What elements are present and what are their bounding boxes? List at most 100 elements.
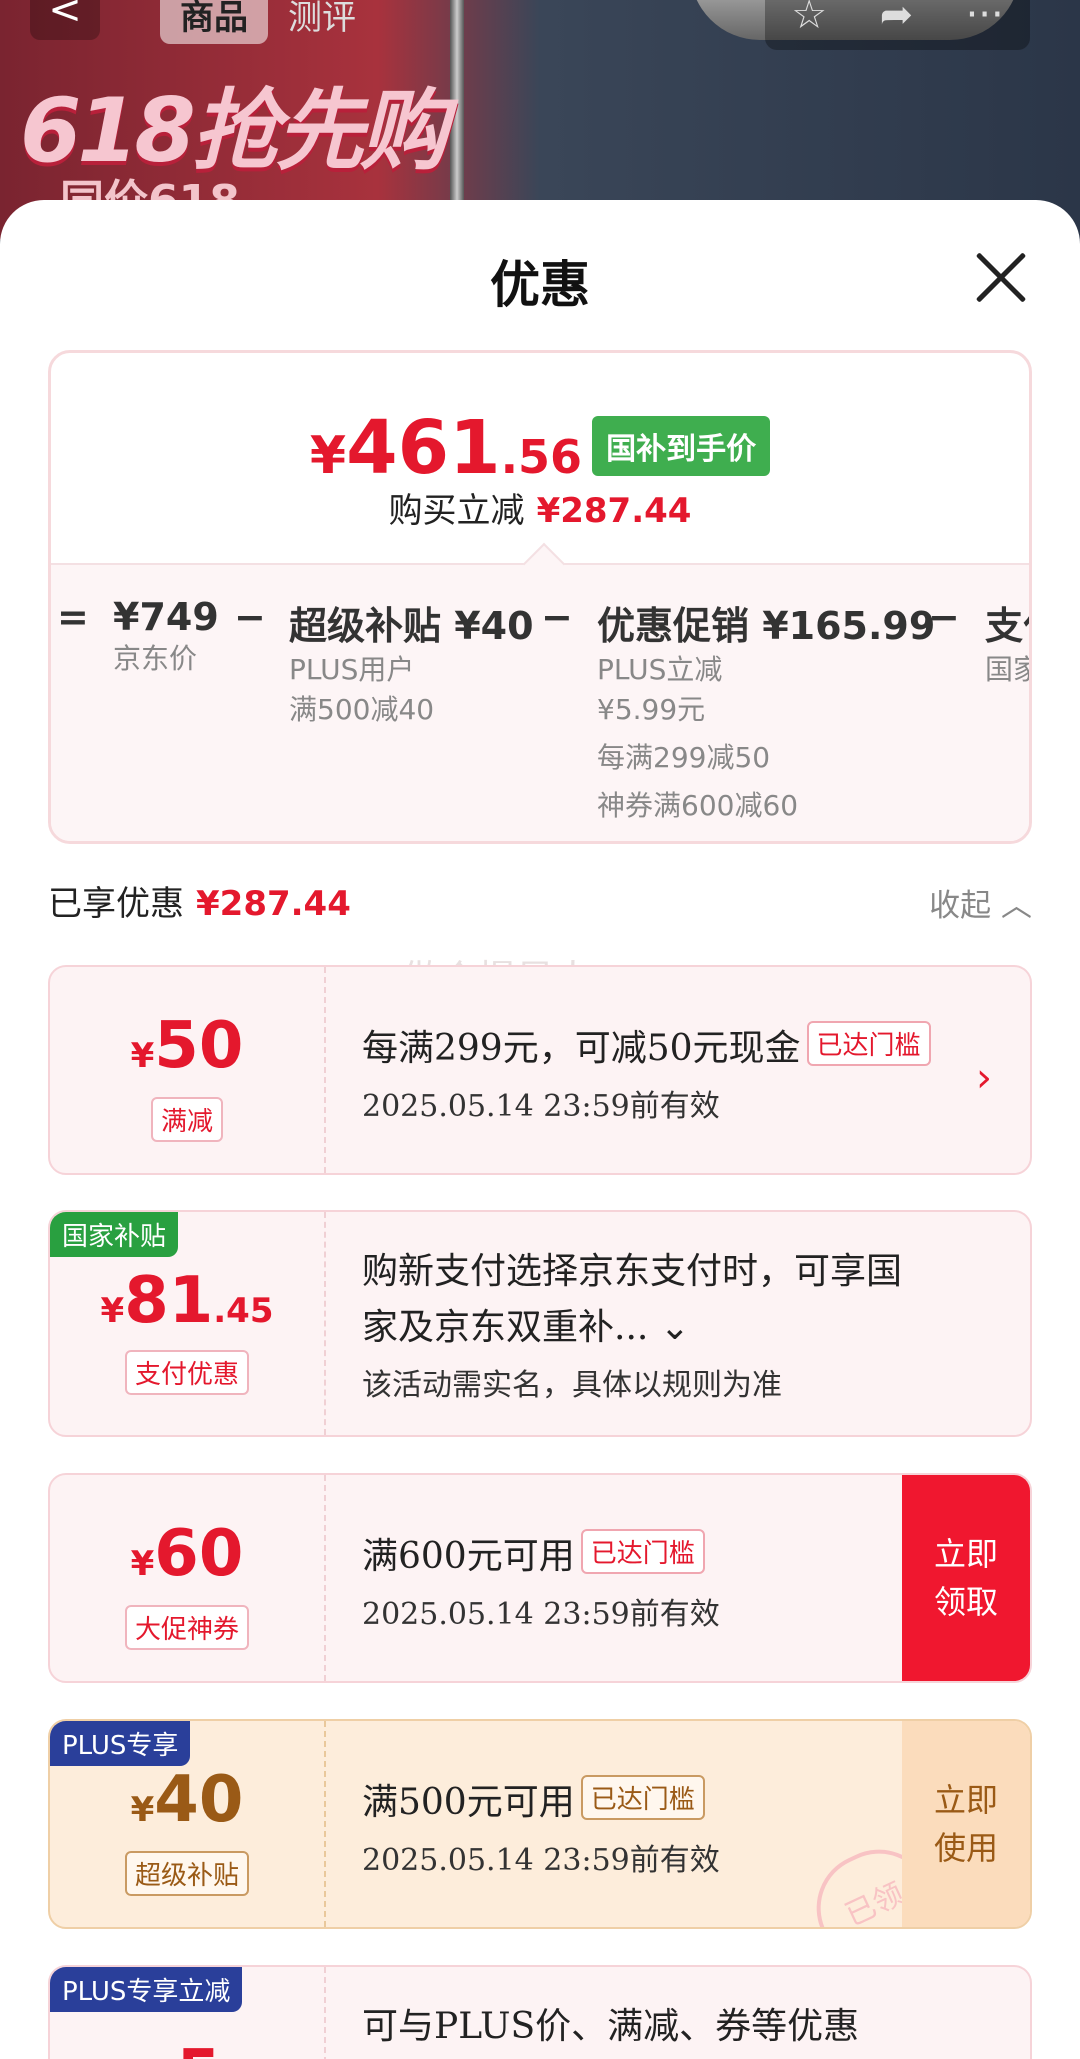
coupon-type: 大促神券 xyxy=(50,1605,324,1650)
coupon-currency: ¥ xyxy=(130,1544,155,1584)
coupon-card[interactable]: ¥60 大促神券 满600元可用 已达门槛 2025.05.14 23:59前有效… xyxy=(48,1473,1032,1683)
breakdown-item-payment: 支付 国家 xyxy=(985,595,1029,690)
coupon-amount: ¥81.45 xyxy=(50,1264,324,1338)
breakdown-value: 优惠促销 ¥165.99 xyxy=(597,604,936,648)
breakdown-item-jd-price: ¥749 京东价 xyxy=(113,595,219,679)
minus-sign: − xyxy=(928,595,960,639)
more-icon[interactable]: ··· xyxy=(966,0,1004,38)
use-now-button[interactable]: 立即 使用 xyxy=(902,1721,1030,1927)
final-price: ¥461.56 国补到手价 xyxy=(51,405,1029,491)
coupon-note: 该活动需实名，具体以规则为准 xyxy=(362,1368,782,1403)
minus-sign: − xyxy=(234,595,266,639)
coupon-title: 每满299元，可减50元现金 已达门槛 xyxy=(362,1019,970,1071)
collapse-button[interactable]: 收起 ︿ xyxy=(929,880,1032,925)
coupon-type-label: 超级补贴 xyxy=(124,1851,249,1896)
price-summary-card: ¥461.56 国补到手价 购买立减 ¥287.44 = ¥749 京东价 − 超级… xyxy=(48,350,1032,844)
coupon-title-text: 可与PLUS价、满减、券等优惠 xyxy=(362,2006,860,2047)
final-price-section: ¥461.56 国补到手价 购买立减 ¥287.44 xyxy=(51,353,1029,563)
breakdown-note: PLUS立减 xyxy=(597,653,723,686)
breakdown-note: 国家 xyxy=(985,653,1029,686)
sheet-title: 优惠 xyxy=(490,255,590,314)
breakdown-note: PLUS用户 xyxy=(289,653,415,686)
claim-now-label: 立即 领取 xyxy=(933,1535,998,1621)
coupon-type: 超级补贴 xyxy=(50,1851,324,1896)
coupon-title-expand[interactable]: 家及京东双重补... ⌄ xyxy=(362,1298,1000,1350)
coupon-title-text: 满600元可用 xyxy=(362,1536,575,1577)
coupon-title-text: 满500元可用 xyxy=(362,1782,575,1823)
coupon-type-label: 大促神券 xyxy=(124,1605,249,1650)
coupon-title-text: 购新支付选择京东支付时，可享国 xyxy=(362,1251,903,1292)
breakdown-item-promotion: 优惠促销 ¥165.99 PLUS立减 ¥5.99元 每满299减50 神券满6… xyxy=(597,595,935,826)
coupon-amount: ¥50 xyxy=(50,1009,324,1083)
coupon-expiry: 2025.05.14 23:59前有效 xyxy=(362,1597,720,1632)
claim-now-button[interactable]: 立即 领取 xyxy=(902,1475,1030,1681)
breakdown-note: ¥5.99元 xyxy=(597,693,706,726)
enjoyed-discount-label: 已享优惠 xyxy=(48,884,184,924)
instant-discount-amount: ¥287.44 xyxy=(536,491,692,531)
coupon-type: 满减 xyxy=(50,1097,324,1142)
coupon-amount: ¥60 xyxy=(50,1517,324,1591)
coupon-card[interactable]: PLUS专享立减 ¥5 可与PLUS价、满减、券等优惠 xyxy=(48,1965,1032,2059)
breakdown-note: 神券满600减60 xyxy=(597,789,799,822)
coupon-type: 支付优惠 xyxy=(50,1350,324,1395)
coupon-details: 满600元可用 已达门槛 2025.05.14 23:59前有效 xyxy=(362,1527,890,1633)
coupon-title: 满500元可用 已达门槛 xyxy=(362,1773,890,1825)
coupon-amount-integer: 5 xyxy=(177,2037,222,2059)
product-tabs: 商品 测评 xyxy=(160,0,376,44)
coupon-value: ¥81.45 支付优惠 xyxy=(50,1212,326,1435)
coupon-amount-integer: 60 xyxy=(154,1517,244,1591)
coupon-amount: ¥40 xyxy=(50,1763,324,1837)
back-icon[interactable]: < xyxy=(30,0,100,40)
enjoyed-discount-row: 已享优惠 ¥287.44 收起 ︿ xyxy=(48,876,1032,926)
use-now-label: 立即 使用 xyxy=(933,1781,998,1867)
enjoyed-discount-amount: ¥287.44 xyxy=(196,884,351,924)
chevron-right-icon[interactable]: › xyxy=(976,1055,992,1101)
coupon-currency: ¥ xyxy=(130,1036,155,1076)
tab-product[interactable]: 商品 xyxy=(160,0,268,44)
coupon-type-label: 满减 xyxy=(150,1097,223,1142)
coupon-details: 可与PLUS价、满减、券等优惠 xyxy=(362,1997,1000,2049)
coupon-value: ¥50 满减 xyxy=(50,967,326,1173)
subsidy-price-badge: 国补到手价 xyxy=(592,416,771,476)
coupon-value: ¥60 大促神券 xyxy=(50,1475,326,1681)
top-actions: ☆ ➦ ··· xyxy=(765,0,1030,50)
breakdown-value: ¥749 xyxy=(113,595,219,639)
discount-sheet: 优惠 ¥461.56 国补到手价 购买立减 ¥287.44 = ¥749 京东价 −… xyxy=(0,200,1080,2059)
coupon-card[interactable]: PLUS专享 ¥40 超级补贴 满500元可用 已达门槛 2025.05.14 2… xyxy=(48,1719,1032,1929)
breakdown-item-super-subsidy: 超级补贴 ¥40 PLUS用户 满500减40 xyxy=(289,595,534,730)
equals-sign: = xyxy=(57,595,89,639)
price-decimal: .56 xyxy=(500,430,583,484)
instant-discount: 购买立减 ¥287.44 xyxy=(51,483,1029,532)
coupon-value: ¥5 xyxy=(50,1967,326,2059)
coupon-amount: ¥5 xyxy=(50,2037,324,2059)
share-icon[interactable]: ➦ xyxy=(880,0,914,38)
favorite-icon[interactable]: ☆ xyxy=(791,0,827,38)
breakdown-value: 支付 xyxy=(985,604,1029,648)
breakdown-note: 满500减40 xyxy=(289,693,435,726)
coupon-card[interactable]: 国家补贴 ¥81.45 支付优惠 购新支付选择京东支付时，可享国 家及京东双重补… xyxy=(48,1210,1032,1437)
instant-discount-label: 购买立减 xyxy=(388,491,525,531)
coupon-amount-decimal: .45 xyxy=(213,1291,274,1331)
coupon-currency: ¥ xyxy=(130,1790,155,1830)
price-breakdown: = ¥749 京东价 − 超级补贴 ¥40 PLUS用户 满500减40 − 优… xyxy=(51,542,1029,841)
threshold-reached-badge: 已达门槛 xyxy=(580,1775,705,1820)
coupon-amount-integer: 40 xyxy=(154,1763,244,1837)
coupon-details: 购新支付选择京东支付时，可享国 家及京东双重补... ⌄ 该活动需实名，具体以规… xyxy=(362,1242,1000,1404)
threshold-reached-badge: 已达门槛 xyxy=(580,1529,705,1574)
price-integer: 461 xyxy=(346,405,501,491)
breakdown-value: 超级补贴 ¥40 xyxy=(289,604,534,648)
coupon-card[interactable]: ¥50 满减 每满299元，可减50元现金 已达门槛 2025.05.14 23:… xyxy=(48,965,1032,1175)
coupon-details: 满500元可用 已达门槛 2025.05.14 23:59前有效 xyxy=(362,1773,890,1879)
coupon-amount-integer: 50 xyxy=(154,1009,244,1083)
coupon-currency: ¥ xyxy=(100,1291,125,1331)
coupon-amount-integer: 81 xyxy=(124,1264,214,1338)
tab-review[interactable]: 测评 xyxy=(268,0,376,44)
close-icon[interactable] xyxy=(972,248,1030,306)
price-currency: ¥ xyxy=(309,426,347,486)
coupon-value: ¥40 超级补贴 xyxy=(50,1721,326,1927)
coupon-type-label: 支付优惠 xyxy=(124,1350,249,1395)
breakdown-note: 京东价 xyxy=(113,642,198,675)
breakdown-note: 每满299减50 xyxy=(597,741,771,774)
coupon-details: 每满299元，可减50元现金 已达门槛 2025.05.14 23:59前有效 xyxy=(362,1019,970,1125)
coupon-expiry: 2025.05.14 23:59前有效 xyxy=(362,1843,720,1878)
